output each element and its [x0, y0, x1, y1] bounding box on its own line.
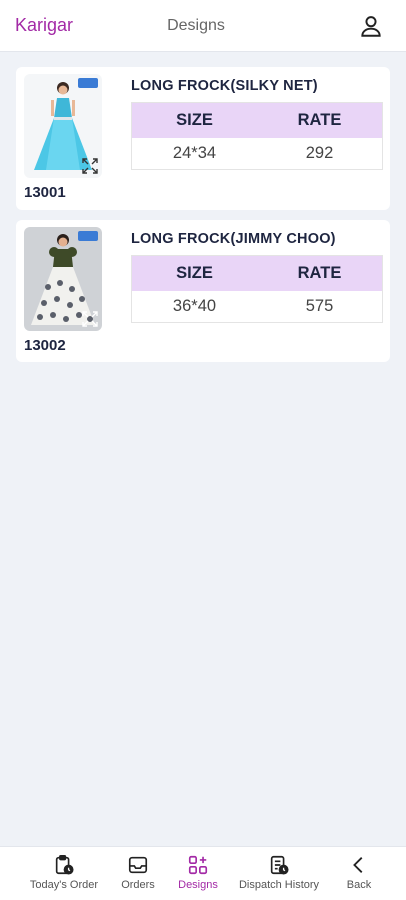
- nav-label: Dispatch History: [238, 879, 320, 891]
- rate-value: 575: [305, 297, 334, 315]
- size-rate-table: SIZE RATE 36*40 575: [131, 255, 383, 323]
- rate-header: RATE: [297, 111, 342, 129]
- nav-label: Designs: [178, 879, 218, 891]
- size-header: SIZE: [176, 111, 213, 129]
- nav-designs[interactable]: Designs: [172, 847, 224, 900]
- size-header: SIZE: [176, 264, 213, 282]
- nav-label: Back: [346, 879, 372, 891]
- clipboard-clock-icon: [55, 855, 74, 875]
- product-name: LONG FROCK(JIMMY CHOO): [131, 231, 336, 247]
- app-header: Karigar Designs: [0, 0, 406, 52]
- product-name: LONG FROCK(SILKY NET): [131, 78, 318, 94]
- table-header: SIZE RATE: [132, 103, 382, 138]
- size-value: 36*40: [172, 297, 217, 315]
- design-card[interactable]: 13002 LONG FROCK(JIMMY CHOO) SIZE RATE 3…: [16, 220, 390, 362]
- size-value: 24*34: [172, 144, 217, 162]
- inbox-icon: [128, 856, 148, 874]
- nav-label: Today's Order: [29, 879, 99, 891]
- nav-todays-order[interactable]: Today's Order: [22, 847, 106, 900]
- rate-value: 292: [305, 144, 334, 162]
- table-row: 36*40 575: [132, 291, 382, 322]
- design-card[interactable]: 13001 LONG FROCK(SILKY NET) SIZE RATE 24…: [16, 67, 390, 210]
- expand-icon[interactable]: [82, 311, 98, 327]
- nav-dispatch-history[interactable]: Dispatch History: [234, 847, 324, 900]
- size-rate-table: SIZE RATE 24*34 292: [131, 102, 383, 170]
- table-header: SIZE RATE: [132, 256, 382, 291]
- chevron-left-icon: [353, 857, 363, 873]
- user-profile-icon[interactable]: [358, 13, 384, 39]
- table-row: 24*34 292: [132, 138, 382, 169]
- expand-icon[interactable]: [82, 158, 98, 174]
- nav-orders[interactable]: Orders: [114, 847, 162, 900]
- document-clock-icon: [270, 855, 289, 875]
- design-code: 13002: [24, 337, 66, 354]
- bottom-navigation: Today's Order Orders Designs Dispatch Hi…: [0, 846, 406, 900]
- design-code: 13001: [24, 184, 66, 201]
- grid-plus-icon: [188, 855, 208, 875]
- rate-header: RATE: [297, 264, 342, 282]
- design-image[interactable]: [24, 74, 102, 178]
- nav-back[interactable]: Back: [338, 847, 380, 900]
- page-title: Designs: [167, 17, 225, 34]
- nav-label: Orders: [121, 879, 155, 891]
- design-image[interactable]: [24, 227, 102, 331]
